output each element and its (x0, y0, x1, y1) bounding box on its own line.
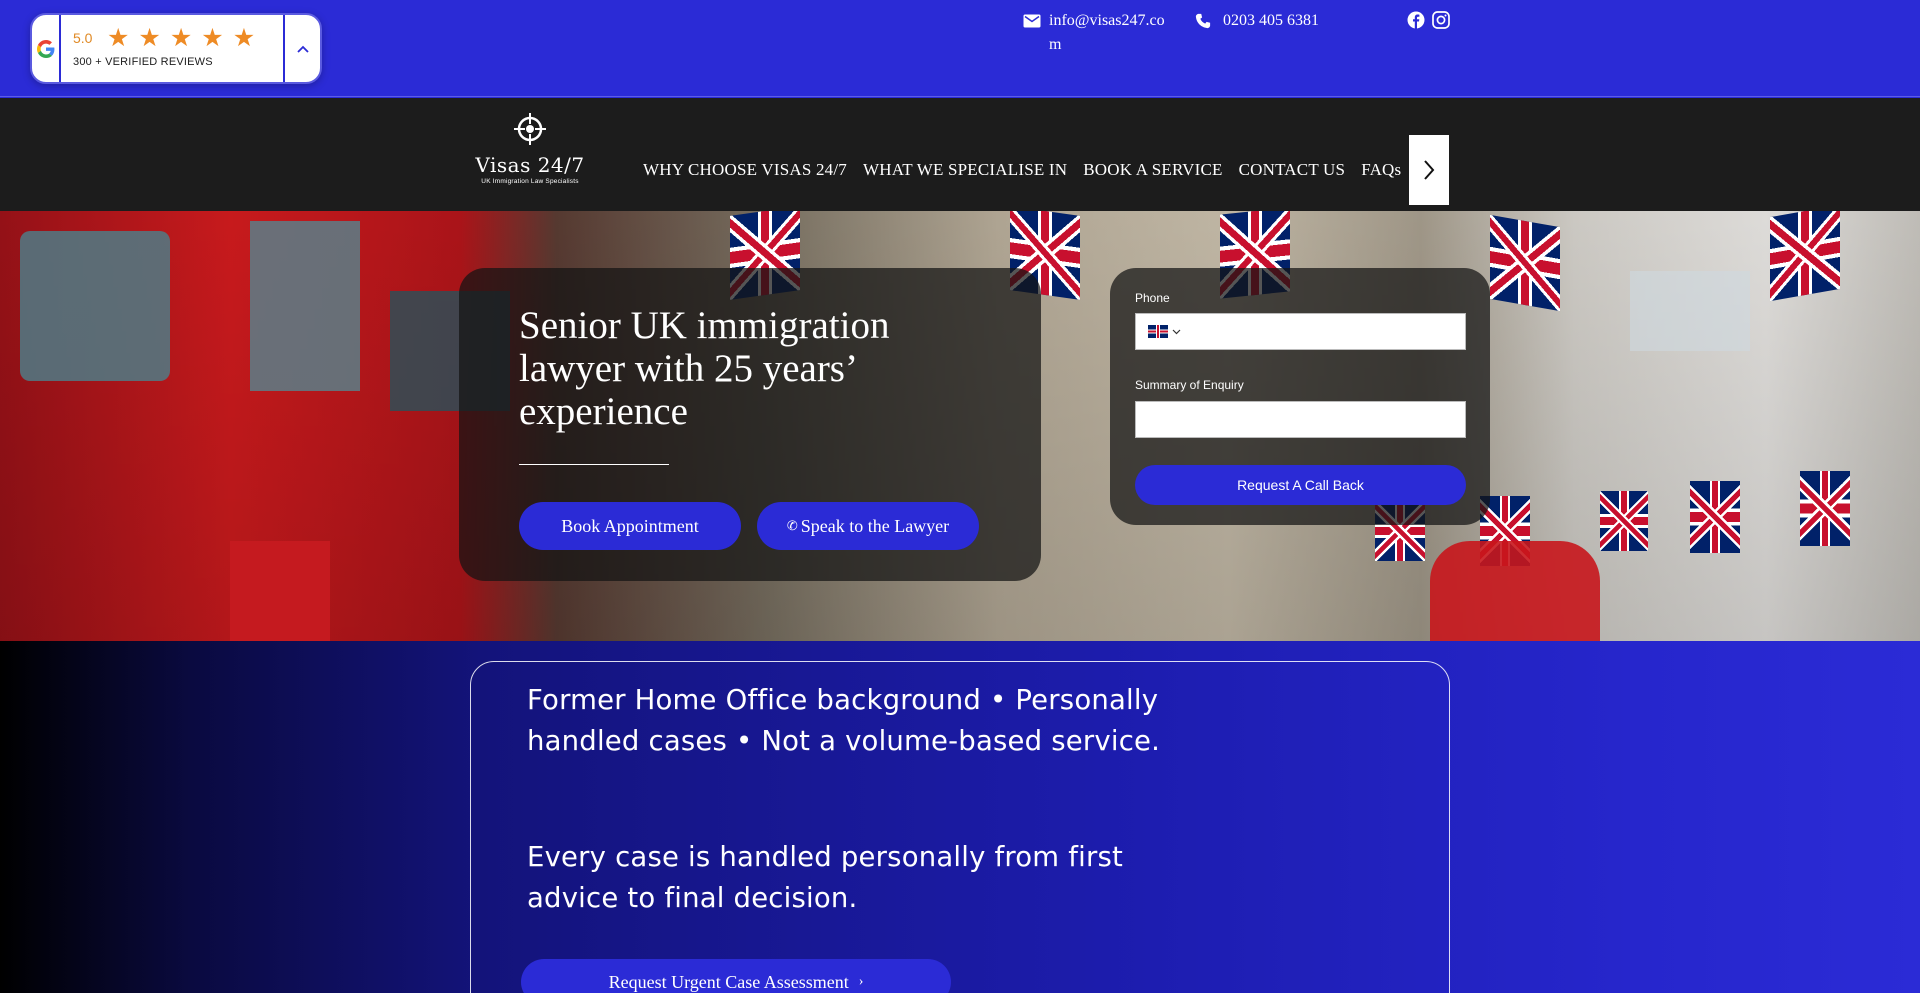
review-score: 5.0 (73, 30, 93, 46)
star-rating: ★ ★ ★ ★ ★ (107, 24, 255, 52)
credentials-card: Former Home Office background • Personal… (470, 661, 1450, 993)
star-icon: ★ (138, 24, 161, 52)
star-icon: ★ (232, 24, 256, 52)
reviews-toggle-button[interactable] (283, 15, 320, 82)
star-icon: ★ (201, 24, 224, 52)
nav-item-book-service[interactable]: BOOK A SERVICE (1083, 160, 1222, 180)
callback-form: Phone Summary of Enquiry Request A Call … (1110, 268, 1490, 525)
instagram-icon[interactable] (1432, 11, 1450, 29)
chevron-up-icon (296, 45, 309, 53)
phone-field-label: Phone (1135, 291, 1170, 305)
social-links (1407, 11, 1450, 29)
facebook-icon[interactable] (1407, 11, 1425, 29)
mail-icon (1023, 14, 1041, 28)
logo-tagline: UK Immigration Law Specialists (481, 178, 579, 185)
summary-field-label: Summary of Enquiry (1135, 378, 1244, 392)
chevron-down-icon (1172, 329, 1181, 334)
phone-link[interactable]: 0203 405 6381 (1223, 9, 1319, 33)
hero-section: Senior UK immigration lawyer with 25 yea… (0, 211, 1920, 641)
book-appointment-label: Book Appointment (561, 515, 699, 536)
nav-item-contact[interactable]: CONTACT US (1239, 160, 1346, 180)
hero-headline: Senior UK immigration lawyer with 25 yea… (519, 304, 890, 433)
phone-icon: ✆ (786, 518, 798, 533)
summary-field[interactable] (1135, 401, 1466, 438)
uk-flag-icon (1148, 325, 1168, 338)
nav-menu: WHY CHOOSE VISAS 24/7 WHAT WE SPECIALISE… (643, 160, 1401, 180)
google-icon (32, 15, 61, 82)
main-navbar: Visas 24/7 UK Immigration Law Specialist… (0, 98, 1920, 211)
google-reviews-widget[interactable]: 5.0 ★ ★ ★ ★ ★ 300 + VERIFIED REVIEWS (30, 13, 322, 84)
nav-item-specialise[interactable]: WHAT WE SPECIALISE IN (863, 160, 1067, 180)
crosshair-logo-icon (514, 113, 546, 145)
email-link[interactable]: info@visas247.com (1049, 9, 1174, 57)
chevron-right-icon (1424, 160, 1435, 180)
speak-to-lawyer-button[interactable]: ✆ Speak to the Lawyer (757, 502, 979, 550)
star-icon: ★ (169, 24, 193, 52)
request-callback-label: Request A Call Back (1237, 477, 1364, 493)
personal-handling-text: Every case is handled personally from fi… (527, 841, 1123, 914)
credentials-text: Former Home Office background • Personal… (527, 684, 1161, 757)
chevron-right-icon: › (858, 974, 864, 989)
urgent-assessment-button[interactable]: Request Urgent Case Assessment › (521, 959, 951, 993)
summary-input[interactable] (1144, 402, 1459, 437)
phone-icon (1195, 13, 1211, 29)
star-icon: ★ (107, 24, 130, 52)
urgent-assessment-label: Request Urgent Case Assessment (608, 971, 849, 992)
nav-scroll-next-button[interactable] (1409, 135, 1449, 205)
credentials-section: Former Home Office background • Personal… (0, 641, 1920, 993)
logo-name: Visas 24/7 (475, 153, 585, 177)
country-code-select[interactable] (1148, 325, 1181, 338)
book-appointment-button[interactable]: Book Appointment (519, 502, 741, 550)
top-contact-bar: 5.0 ★ ★ ★ ★ ★ 300 + VERIFIED REVIEWS inf… (0, 0, 1920, 97)
phone-field[interactable] (1135, 313, 1466, 350)
headline-divider (519, 464, 669, 465)
speak-to-lawyer-label: Speak to the Lawyer (800, 515, 950, 536)
site-logo[interactable]: Visas 24/7 UK Immigration Law Specialist… (474, 112, 586, 192)
nav-item-why-choose[interactable]: WHY CHOOSE VISAS 24/7 (643, 160, 847, 180)
hero-intro-panel: Senior UK immigration lawyer with 25 yea… (459, 268, 1041, 581)
phone-input[interactable] (1196, 314, 1461, 349)
nav-item-faqs[interactable]: FAQs (1361, 160, 1401, 180)
request-callback-button[interactable]: Request A Call Back (1135, 465, 1466, 505)
review-count: 300 + VERIFIED REVIEWS (73, 56, 213, 68)
